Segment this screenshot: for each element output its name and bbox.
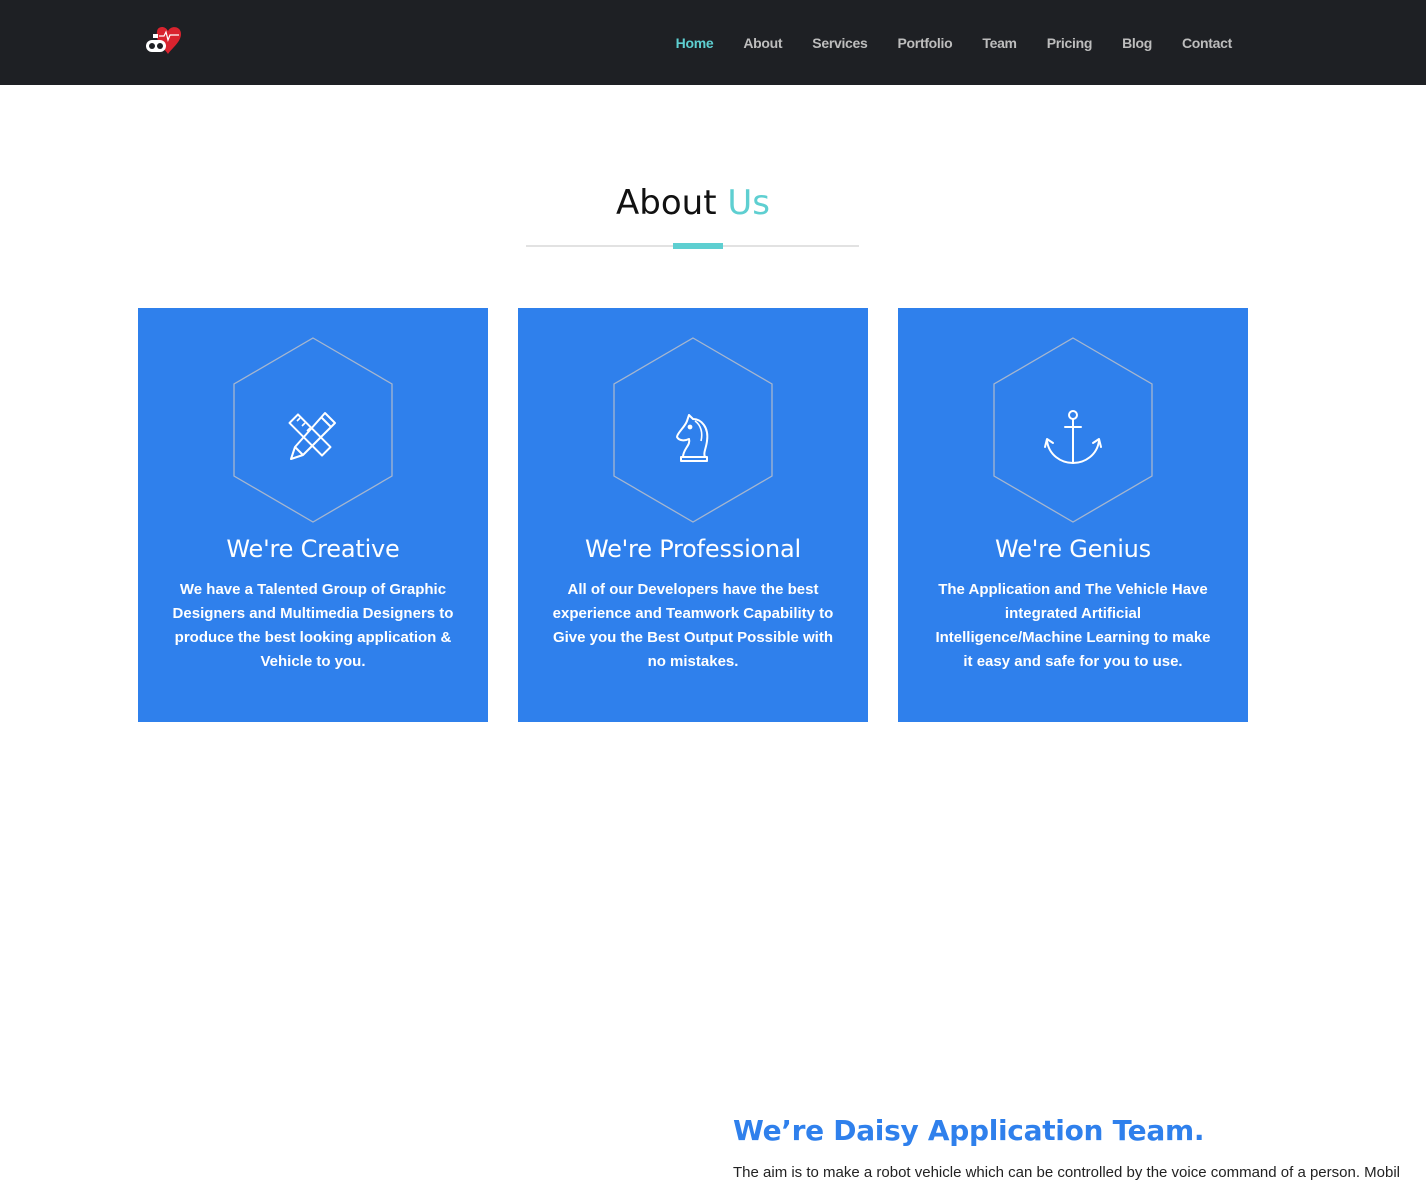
pencil-ruler-icon — [288, 412, 336, 460]
team-description: The aim is to make a robot vehicle which… — [733, 1164, 1401, 1181]
nav-item-pricing[interactable]: Pricing — [1047, 35, 1093, 51]
chess-knight-icon — [676, 414, 709, 462]
card-text: We have a Talented Group of Graphic Desi… — [172, 581, 454, 670]
section-title-main: About — [616, 183, 717, 223]
nav-item-blog[interactable]: Blog — [1122, 35, 1152, 51]
team-heading: We’re Daisy Application Team. — [733, 1114, 1205, 1147]
nav-item-contact[interactable]: Contact — [1182, 35, 1232, 51]
nav-item-services[interactable]: Services — [812, 35, 868, 51]
navbar: Home About Services Portfolio Team Prici… — [0, 0, 1426, 85]
card-title: We're Genius — [995, 535, 1151, 563]
card-text: All of our Developers have the best expe… — [552, 581, 834, 670]
nav-item-team[interactable]: Team — [982, 35, 1017, 51]
nav-item-portfolio[interactable]: Portfolio — [898, 35, 953, 51]
feature-card-professional: We're Professional All of our Developers… — [518, 308, 868, 722]
nav-item-home[interactable]: Home — [676, 35, 714, 51]
feature-card-creative: We're Creative We have a Talented Group … — [138, 308, 488, 722]
nav-menu: Home About Services Portfolio Team Prici… — [646, 0, 1233, 85]
nav-item-about[interactable]: About — [743, 35, 782, 51]
logo-icon[interactable] — [143, 24, 185, 60]
page: Home About Services Portfolio Team Prici… — [0, 0, 1426, 1199]
card-title: We're Professional — [584, 535, 802, 563]
feature-card-genius: We're Genius The Application and The Veh… — [898, 308, 1248, 722]
anchor-icon — [1044, 410, 1102, 464]
section-title-accent: Us — [727, 183, 770, 223]
card-text: The Application and The Vehicle Have int… — [935, 581, 1211, 670]
title-divider-accent — [673, 243, 723, 249]
section-title: About Us — [0, 183, 1386, 223]
card-title: We're Creative — [226, 535, 400, 563]
